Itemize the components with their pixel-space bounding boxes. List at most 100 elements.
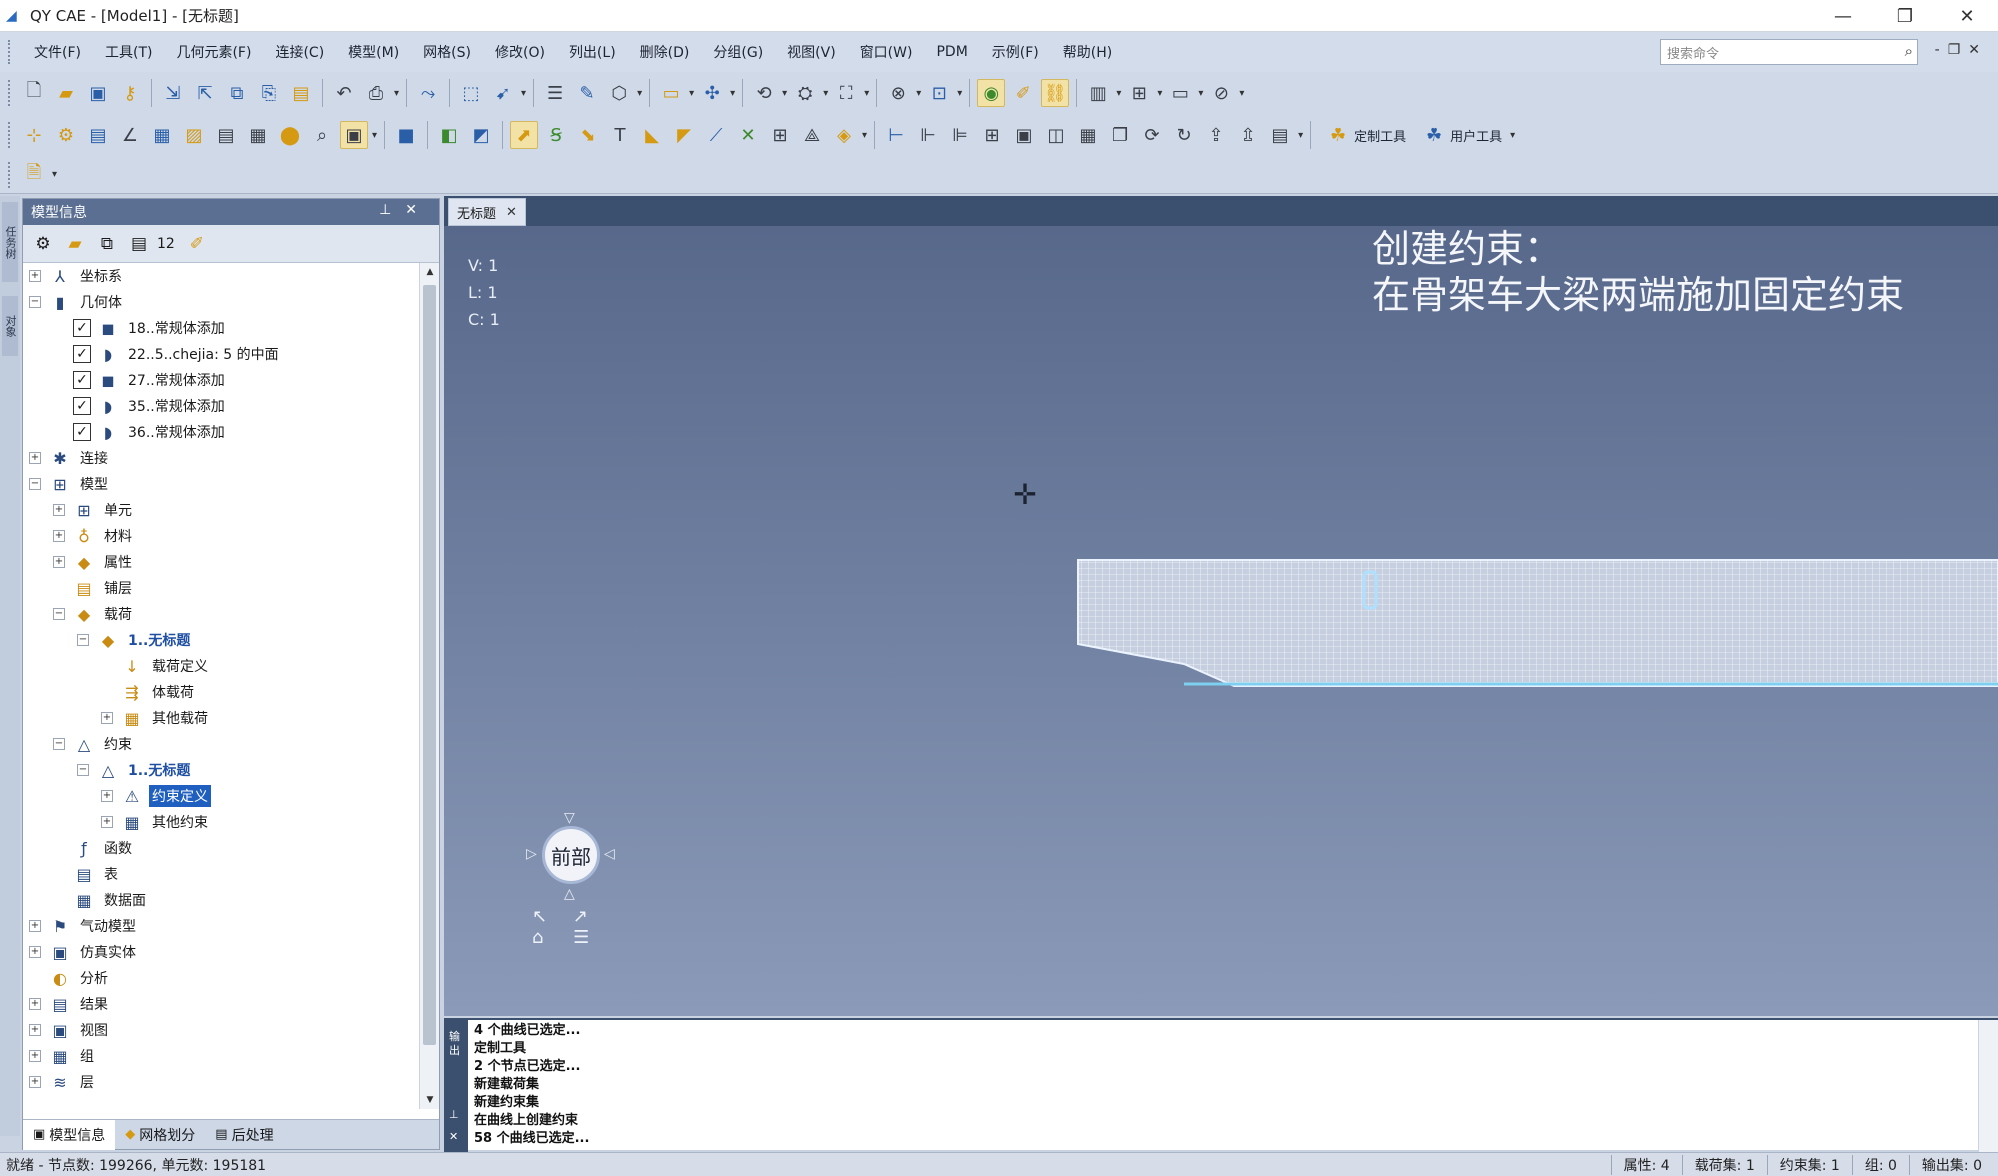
script-icon[interactable]: 🗎 [20,161,48,189]
window-icon[interactable]: ▭ [1166,79,1194,107]
view-style-icon[interactable]: ⛭ [791,79,819,107]
menu-file[interactable]: 文件(F) [22,42,93,62]
fillet-icon[interactable]: ◣ [638,121,666,149]
layers-icon[interactable]: ▥ [1084,79,1112,107]
mesh-icon[interactable]: ⊞ [766,121,794,149]
tree-item[interactable]: ✓ ◗ 22..5..chejia: 5 的中面 [53,341,282,367]
pin-icon[interactable]: ⊥ [449,1108,459,1121]
collapse-icon[interactable]: − [77,764,89,776]
tree-item[interactable]: + ⅄ 坐标系 [29,263,125,289]
angle-icon[interactable]: ∠ [116,121,144,149]
tree-item[interactable]: + ⚑ 气动模型 [29,913,139,939]
solid-icon[interactable]: ■ [392,121,420,149]
panel-icon[interactable]: ▣ [1010,121,1038,149]
tree-item[interactable]: + ⊞ 单元 [53,497,135,523]
align-center-icon[interactable]: ⊩ [914,121,942,149]
close-icon[interactable]: ✕ [449,1130,458,1143]
report-icon[interactable]: ▤ [1266,121,1294,149]
pick-icon[interactable]: ➹ [489,79,517,107]
inspect-icon[interactable]: ⌕ [308,121,336,149]
panel-header-buttons[interactable]: ⊥✕ [379,202,431,218]
collapse-icon[interactable]: − [77,634,89,646]
link-icon[interactable]: ⛓ [1041,79,1070,107]
tree-item[interactable]: + ▦ 其他约束 [101,809,211,835]
project-icon[interactable]: ⟁ [798,121,826,149]
chevron-down-icon[interactable]: ▾ [862,130,867,141]
expand-icon[interactable]: + [101,712,113,724]
revolve-icon[interactable]: ⬊ [574,121,602,149]
list-icon[interactable]: ☰ [541,79,569,107]
chevron-down-icon[interactable]: ▾ [916,88,921,99]
tree-item[interactable]: ✓ ◼ 27..常规体添加 [53,367,228,393]
tree-item[interactable]: − ▮ 几何体 [29,289,125,315]
menu-modify[interactable]: 修改(O) [483,42,557,62]
document-tab[interactable]: 无标题 ✕ [448,198,526,226]
menu-pdm[interactable]: PDM [924,44,979,60]
filter-icon[interactable]: ⧉ [93,230,121,258]
print-icon[interactable]: ⎙ [362,79,390,107]
zoom-window-icon[interactable]: ⛶ [832,79,860,107]
dock-tab-task-tree[interactable]: 任务树 [2,202,18,282]
command-search-input[interactable]: 搜索命令 ⌕ [1660,39,1918,65]
visibility-checkbox[interactable]: ✓ [73,319,91,337]
chevron-down-icon[interactable]: ▾ [1116,88,1121,99]
toolbar-grip[interactable] [8,161,14,188]
reference-icon[interactable]: ⤳ [414,79,442,107]
chevron-down-icon[interactable]: ▾ [823,88,828,99]
gear-icon[interactable]: ⚙ [52,121,80,149]
load-icon[interactable]: ⬤ [276,121,304,149]
visibility-checkbox[interactable]: ✓ [73,345,91,363]
expand-icon[interactable]: + [53,504,65,516]
tree-item[interactable]: ▤ 铺层 [53,575,135,601]
tree-item[interactable]: ⇶ 体载荷 [101,679,197,705]
expand-icon[interactable]: + [29,946,41,958]
nav-down-arrow-icon[interactable]: △ [564,886,575,902]
nav-up-arrow-icon[interactable]: ▽ [564,810,575,826]
expand-icon[interactable]: + [29,1024,41,1036]
chevron-down-icon[interactable]: ▾ [864,88,869,99]
nav-left-arrow-icon[interactable]: ▷ [526,846,537,862]
visibility-checkbox[interactable]: ✓ [73,371,91,389]
chevron-down-icon[interactable]: ▾ [782,88,787,99]
tab-postprocess[interactable]: ▤ 后处理 [205,1120,283,1150]
visibility-checkbox[interactable]: ✓ [73,397,91,415]
tree-item[interactable]: − ◆ 1..无标题 [77,627,193,653]
close-icon[interactable]: ✕ [506,205,517,220]
split-icon[interactable]: ⟋ [702,121,730,149]
expand-icon[interactable]: + [29,452,41,464]
material-card-icon[interactable]: ▨ [180,121,208,149]
tree-item[interactable]: + ▤ 结果 [29,991,111,1017]
chevron-down-icon[interactable]: ▾ [1239,88,1244,99]
tree-item[interactable]: ƒ 函数 [53,835,135,861]
tree-options-icon[interactable]: ⚙ [29,230,57,258]
key-icon[interactable]: ⚷ [116,79,144,107]
expand-icon[interactable]: + [29,270,41,282]
tree-item[interactable]: ◐ 分析 [29,965,111,991]
menu-list[interactable]: 列出(L) [557,42,628,62]
menu-delete[interactable]: 删除(D) [628,42,702,62]
restore-button[interactable]: ❐ [1874,0,1936,32]
tab-meshing[interactable]: ◆ 网格划分 [115,1120,205,1150]
align-right-icon[interactable]: ⊫ [946,121,974,149]
tree-item[interactable]: + ▣ 仿真实体 [29,939,139,965]
chevron-down-icon[interactable]: ▾ [372,130,377,141]
menu-grip[interactable] [8,40,14,64]
sweep-icon[interactable]: Ꞩ [542,121,570,149]
scroll-thumb[interactable] [423,285,436,1045]
chevron-down-icon[interactable]: ▾ [1298,130,1303,141]
tree-item[interactable]: + ✱ 连接 [29,445,111,471]
tree-item[interactable]: + ▦ 组 [29,1043,97,1069]
grid-icon[interactable]: ⊞ [978,121,1006,149]
view-menu-icon[interactable]: ☰ [573,927,589,948]
chevron-down-icon[interactable]: ▾ [521,88,526,99]
expand-icon[interactable]: + [29,1076,41,1088]
grid-view-icon[interactable]: ⊞ [1125,79,1153,107]
rotate-right-icon[interactable]: ↗ [573,906,588,927]
menu-mesh[interactable]: 网格(S) [411,42,483,62]
chamfer-icon[interactable]: ◤ [670,121,698,149]
close-button[interactable]: ✕ [1936,0,1998,32]
split-view-icon[interactable]: ◫ [1042,121,1070,149]
folder-up-icon[interactable]: ▰ [61,230,89,258]
rotate-view-icon[interactable]: ⟳ [1138,121,1166,149]
cube-icon[interactable]: ⬡ [605,79,633,107]
